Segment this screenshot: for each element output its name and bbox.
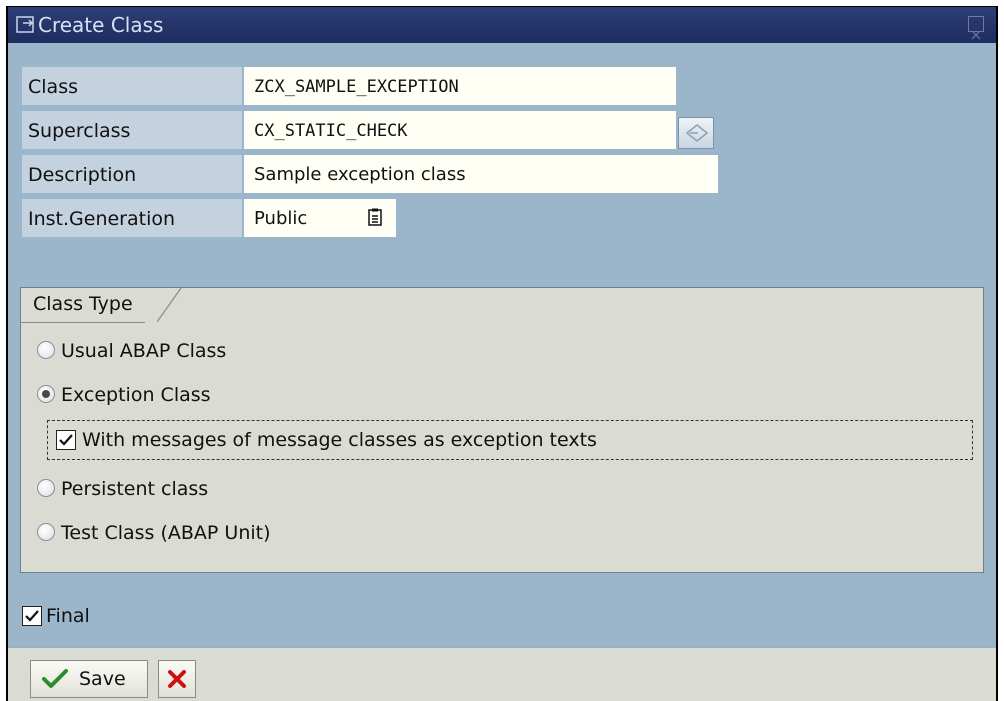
description-label: Description: [22, 155, 242, 193]
messages-checkbox-row[interactable]: With messages of message classes as exce…: [47, 420, 973, 460]
superclass-label: Superclass: [22, 111, 242, 149]
final-checkbox[interactable]: [22, 606, 42, 626]
window-title: Create Class: [38, 13, 164, 37]
radio-label: Exception Class: [61, 384, 211, 406]
radio-button[interactable]: [37, 523, 55, 541]
superclass-undo-button[interactable]: [678, 117, 714, 149]
class-type-group-label: Class Type: [21, 288, 145, 323]
radio-label: Persistent class: [61, 478, 209, 500]
close-icon[interactable]: [968, 16, 984, 40]
window-icon: [16, 16, 34, 33]
final-checkbox-row[interactable]: Final: [22, 601, 142, 631]
dialog-footer: Save: [8, 647, 996, 701]
radio-label: Usual ABAP Class: [61, 340, 227, 362]
class-type-group: Class Type Usual ABAP Class Exception Cl…: [20, 287, 984, 573]
checkmark-icon: [25, 610, 39, 622]
radio-button[interactable]: [37, 341, 55, 359]
dropdown-list-icon[interactable]: [368, 208, 382, 226]
save-button[interactable]: Save: [30, 660, 148, 698]
inst-generation-value: Public: [254, 208, 308, 229]
description-input[interactable]: Sample exception class: [244, 155, 718, 193]
checkmark-icon: [42, 669, 68, 688]
class-label: Class: [22, 67, 242, 105]
group-tab-edge: [157, 288, 182, 322]
final-checkbox-label: Final: [46, 605, 90, 627]
create-class-dialog: Create Class Class ZCX_SAMPLE_EXCEPTION …: [6, 6, 998, 701]
superclass-input[interactable]: CX_STATIC_CHECK: [244, 111, 676, 149]
cancel-button[interactable]: [158, 660, 196, 698]
undo-superclass-icon: [685, 123, 709, 143]
radio-button[interactable]: [37, 479, 55, 497]
checkmark-icon: [59, 434, 73, 446]
messages-checkbox-label: With messages of message classes as exce…: [82, 429, 597, 451]
inst-generation-select[interactable]: Public: [244, 199, 396, 237]
class-input[interactable]: ZCX_SAMPLE_EXCEPTION: [244, 67, 676, 105]
radio-button-selected[interactable]: [37, 385, 55, 403]
inst-generation-label: Inst.Generation: [22, 199, 242, 237]
title-bar: Create Class: [8, 7, 996, 43]
save-button-label: Save: [79, 668, 126, 690]
radio-label: Test Class (ABAP Unit): [61, 522, 271, 544]
cancel-x-icon: [168, 670, 186, 688]
messages-checkbox[interactable]: [56, 430, 76, 450]
